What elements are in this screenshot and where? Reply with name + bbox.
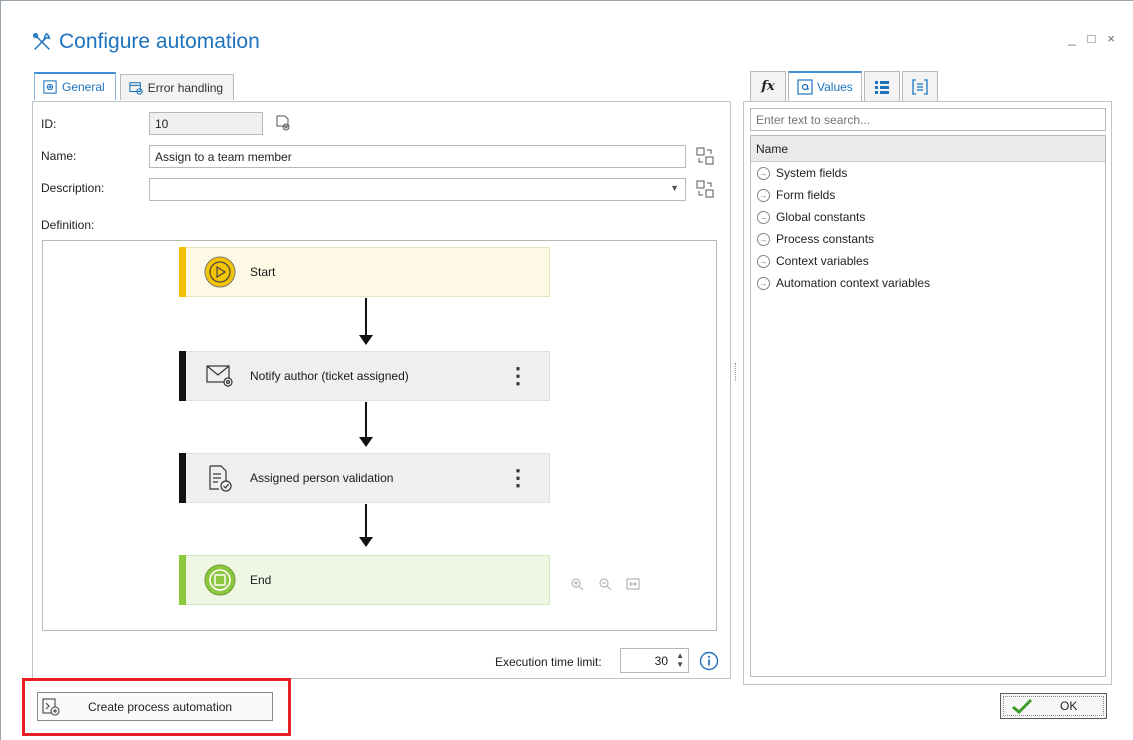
id-value: 10 [155, 116, 169, 131]
flow-arrow [359, 402, 373, 447]
ok-button-label: OK [1060, 699, 1078, 713]
tools-icon [33, 32, 51, 50]
execution-limit-stepper[interactable]: 30 ▲ ▼ [620, 648, 689, 673]
tab-values[interactable]: Values [788, 71, 862, 101]
info-icon[interactable] [699, 651, 719, 671]
list-item[interactable]: → Process constants [751, 228, 1105, 250]
maximize-button[interactable]: □ [1088, 31, 1096, 46]
list-item-label: Automation context variables [776, 276, 931, 290]
flow-arrow [359, 298, 373, 345]
tab-functions[interactable]: fx [750, 71, 786, 101]
node-label: Assigned person validation [250, 471, 394, 485]
node-menu-icon[interactable]: ⋮ [507, 463, 529, 493]
definition-label: Definition: [41, 218, 95, 232]
list-item-label: Context variables [776, 254, 869, 268]
definition-canvas[interactable]: Start Notify author (ticket assigned) ⋮ … [42, 240, 717, 631]
node-menu-icon[interactable]: ⋮ [507, 361, 529, 391]
variables-tabs: fx Values [750, 71, 938, 101]
tab-general-label: General [62, 80, 105, 94]
description-label: Description: [41, 181, 105, 195]
list-item-label: System fields [776, 166, 848, 180]
list-icon [874, 80, 889, 94]
list-item[interactable]: → Automation context variables [751, 272, 1105, 294]
tab-bracket-list[interactable] [901, 71, 938, 101]
start-icon [202, 254, 238, 290]
close-button[interactable]: × [1107, 31, 1115, 46]
dialog-window: Configure automation _ □ × General Error… [0, 0, 1133, 740]
flow-node-notify[interactable]: Notify author (ticket assigned) ⋮ [179, 351, 550, 401]
list-header-name[interactable]: Name [751, 136, 1105, 162]
execution-limit-value: 30 [654, 653, 668, 668]
expand-arrow-icon[interactable]: → [757, 254, 770, 268]
error-handling-icon [129, 81, 143, 95]
spin-arrows-icon[interactable]: ▲ ▼ [676, 651, 684, 669]
end-icon [202, 562, 238, 598]
list-item[interactable]: → Form fields [751, 184, 1105, 206]
tab-general[interactable]: General [34, 72, 116, 100]
flow-node-validation[interactable]: Assigned person validation ⋮ [179, 453, 550, 503]
dialog-title: Configure automation [31, 27, 260, 57]
id-label: ID: [41, 117, 57, 131]
expand-arrow-icon[interactable]: → [757, 210, 770, 224]
variables-list: Name → System fields → Form fields → Glo… [750, 135, 1106, 677]
description-field[interactable]: ▼ [149, 178, 686, 201]
values-icon [797, 79, 813, 95]
node-bar [179, 351, 186, 401]
create-button-label: Create process automation [88, 699, 233, 714]
validation-icon [202, 460, 238, 496]
zoom-controls [570, 577, 640, 591]
create-automation-icon [42, 697, 60, 716]
expand-arrow-icon[interactable]: → [757, 276, 770, 290]
translate-description-icon[interactable] [696, 180, 714, 198]
tab-values-label: Values [817, 80, 853, 94]
ok-button[interactable]: OK [1000, 693, 1107, 719]
zoom-in-icon[interactable] [570, 577, 584, 591]
chevron-down-icon[interactable]: ▼ [670, 183, 679, 193]
tab-error-handling[interactable]: Error handling [119, 74, 235, 100]
expand-arrow-icon[interactable]: → [757, 166, 770, 180]
fit-to-screen-icon[interactable] [626, 577, 640, 591]
list-item[interactable]: → Global constants [751, 206, 1105, 228]
fx-icon: fx [761, 79, 775, 94]
list-item-label: Process constants [776, 232, 875, 246]
id-field[interactable]: 10 [149, 112, 263, 135]
create-process-automation-button[interactable]: Create process automation [37, 692, 273, 721]
node-bar [179, 247, 186, 297]
zoom-out-icon[interactable] [598, 577, 612, 591]
expand-arrow-icon[interactable]: → [757, 232, 770, 246]
flow-arrow [359, 504, 373, 547]
email-settings-icon [202, 358, 238, 394]
panel-splitter[interactable] [735, 363, 737, 381]
main-tabs: General Error handling [34, 72, 235, 100]
list-item[interactable]: → System fields [751, 162, 1105, 184]
flow-node-end[interactable]: End [179, 555, 550, 605]
name-label: Name: [41, 149, 77, 163]
name-field[interactable]: Assign to a team member [149, 145, 686, 168]
node-label: End [250, 573, 272, 587]
node-label: Start [250, 265, 276, 279]
search-input[interactable] [750, 108, 1106, 131]
node-bar [179, 453, 186, 503]
name-value: Assign to a team member [155, 149, 292, 164]
dialog-title-text: Configure automation [59, 30, 260, 53]
tab-error-handling-label: Error handling [147, 80, 224, 95]
translate-name-icon[interactable] [696, 147, 714, 165]
window-controls: _ □ × [1068, 31, 1115, 46]
execution-limit-label: Execution time limit: [495, 655, 602, 669]
list-item-label: Global constants [776, 210, 866, 224]
checkmark-icon [1012, 698, 1033, 714]
node-label: Notify author (ticket assigned) [250, 369, 409, 383]
list-item[interactable]: → Context variables [751, 250, 1105, 272]
variables-panel: Name → System fields → Form fields → Glo… [743, 101, 1112, 685]
bracket-list-icon [912, 78, 928, 95]
general-panel: ID: 10 Name: Assign to a team member Des… [32, 101, 731, 679]
node-bar [179, 555, 186, 605]
list-item-label: Form fields [776, 188, 836, 202]
flow-node-start[interactable]: Start [179, 247, 550, 297]
gear-icon [43, 80, 57, 94]
expand-arrow-icon[interactable]: → [757, 188, 770, 202]
generate-id-icon[interactable] [274, 114, 292, 132]
minimize-button[interactable]: _ [1068, 31, 1075, 46]
tab-list[interactable] [863, 71, 900, 101]
